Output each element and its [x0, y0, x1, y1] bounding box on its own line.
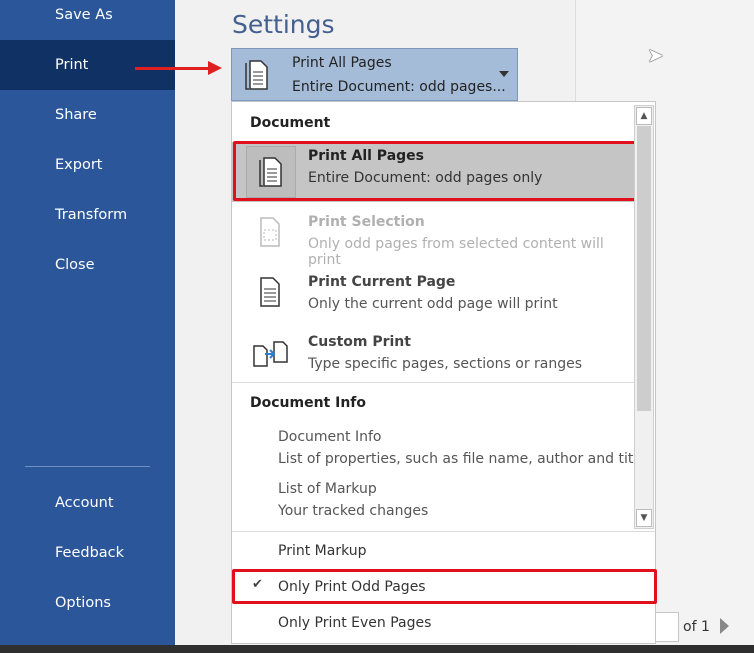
- section-header-document-info: Document Info: [250, 395, 367, 411]
- settings-title: Settings: [232, 10, 335, 39]
- highlight-box: [232, 569, 657, 604]
- item-subtitle: Your tracked changes: [278, 503, 429, 519]
- status-strip: [0, 645, 754, 653]
- scroll-up-icon[interactable]: ▲: [636, 107, 652, 125]
- sidebar-item-options[interactable]: Options: [0, 578, 175, 628]
- next-page-icon[interactable]: [720, 618, 729, 634]
- pane-divider: [575, 0, 576, 105]
- page-count-label: of 1: [683, 619, 710, 635]
- menu-item-custom-print[interactable]: Custom Print Type specific pages, sectio…: [232, 328, 634, 388]
- selection-page-icon: [260, 217, 280, 247]
- item-title: Print Selection: [308, 214, 425, 230]
- page-number-input[interactable]: [655, 612, 679, 642]
- dropdown-title: Print All Pages: [292, 55, 392, 71]
- item-title: List of Markup: [278, 481, 377, 497]
- sidebar-item-account[interactable]: Account: [0, 478, 175, 528]
- sidebar-divider: [25, 466, 150, 467]
- scrollbar-thumb[interactable]: [637, 126, 651, 411]
- menu-divider: [232, 531, 655, 532]
- chevron-down-icon: [499, 71, 509, 77]
- menu-item-print-current-page[interactable]: Print Current Page Only the current odd …: [232, 268, 634, 328]
- item-subtitle: Only odd pages from selected content wil…: [308, 236, 604, 268]
- annotation-arrow: [135, 61, 222, 75]
- backstage-sidebar: Save As Print Share Export Transform Clo…: [0, 0, 175, 645]
- sidebar-item-print[interactable]: Print: [0, 40, 175, 90]
- sidebar-item-transform[interactable]: Transform: [0, 190, 175, 240]
- option-only-print-even-pages[interactable]: Only Print Even Pages: [278, 615, 431, 631]
- custom-pages-icon: [253, 341, 288, 367]
- scroll-down-icon[interactable]: ▼: [636, 509, 652, 527]
- print-range-menu: Document Print All Pages Entire Document…: [231, 101, 657, 644]
- page-icon: [260, 277, 280, 307]
- sidebar-item-close[interactable]: Close: [0, 240, 175, 290]
- mouse-cursor-icon: ➤: [647, 43, 664, 67]
- menu-item-print-selection: Print Selection Only odd pages from sele…: [232, 208, 634, 268]
- item-subtitle: List of properties, such as file name, a…: [278, 451, 646, 467]
- dropdown-subtitle: Entire Document: odd pages...: [292, 79, 506, 95]
- print-range-dropdown[interactable]: Print All Pages Entire Document: odd pag…: [231, 48, 518, 101]
- sidebar-item-feedback[interactable]: Feedback: [0, 528, 175, 578]
- item-title: Print Current Page: [308, 274, 456, 290]
- item-title: Document Info: [278, 429, 382, 445]
- sidebar-item-save-as[interactable]: Save As: [0, 0, 175, 40]
- item-title: Custom Print: [308, 334, 411, 350]
- item-subtitle: Type specific pages, sections or ranges: [308, 356, 583, 372]
- pages-icon: [245, 60, 268, 90]
- menu-scrollbar[interactable]: ▲ ▼: [634, 105, 654, 529]
- menu-divider: [232, 382, 634, 383]
- item-subtitle: Only the current odd page will print: [308, 296, 558, 312]
- sidebar-item-share[interactable]: Share: [0, 90, 175, 140]
- sidebar-item-export[interactable]: Export: [0, 140, 175, 190]
- option-print-markup[interactable]: Print Markup: [278, 543, 367, 559]
- section-header-document: Document: [250, 115, 331, 131]
- highlight-box: [233, 141, 639, 201]
